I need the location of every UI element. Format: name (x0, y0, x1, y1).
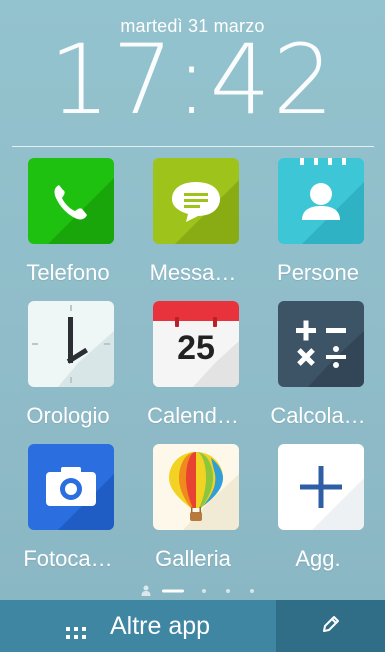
clock-time[interactable]: 17:42 (0, 32, 385, 128)
divider (12, 146, 374, 147)
balloon-icon (153, 444, 239, 530)
home-screen: martedì 31 marzo 17:42 Telefono Messa… P… (0, 0, 385, 652)
all-apps-button[interactable]: Altre app (0, 600, 276, 652)
calendar-day: 25 (177, 329, 215, 367)
app-label: Galleria (155, 546, 231, 571)
contact-icon (278, 158, 364, 244)
grid-dots-icon (65, 619, 90, 639)
bottom-bar: Altre app (0, 600, 385, 652)
app-label: Fotoca… (23, 546, 113, 571)
app-label: Orologio (26, 403, 110, 428)
edit-button[interactable] (276, 600, 385, 652)
page-indicator[interactable] (0, 584, 385, 596)
clock-icon (28, 301, 114, 387)
home-indicator-icon (141, 585, 151, 596)
app-label: Calend… (147, 403, 239, 428)
calendar-icon: 25 (153, 301, 239, 387)
camera-icon (28, 444, 114, 530)
plus-icon (278, 444, 364, 530)
phone-icon (28, 158, 114, 244)
app-label: Calcola… (270, 403, 366, 428)
message-icon (153, 158, 239, 244)
all-apps-label: Altre app (109, 611, 211, 640)
pencil-icon (321, 614, 341, 639)
app-label: Persone (277, 260, 359, 285)
app-label: Agg. (295, 546, 341, 571)
app-label: Messa… (149, 260, 237, 285)
app-label: Telefono (26, 260, 110, 285)
calculator-icon (278, 301, 364, 387)
